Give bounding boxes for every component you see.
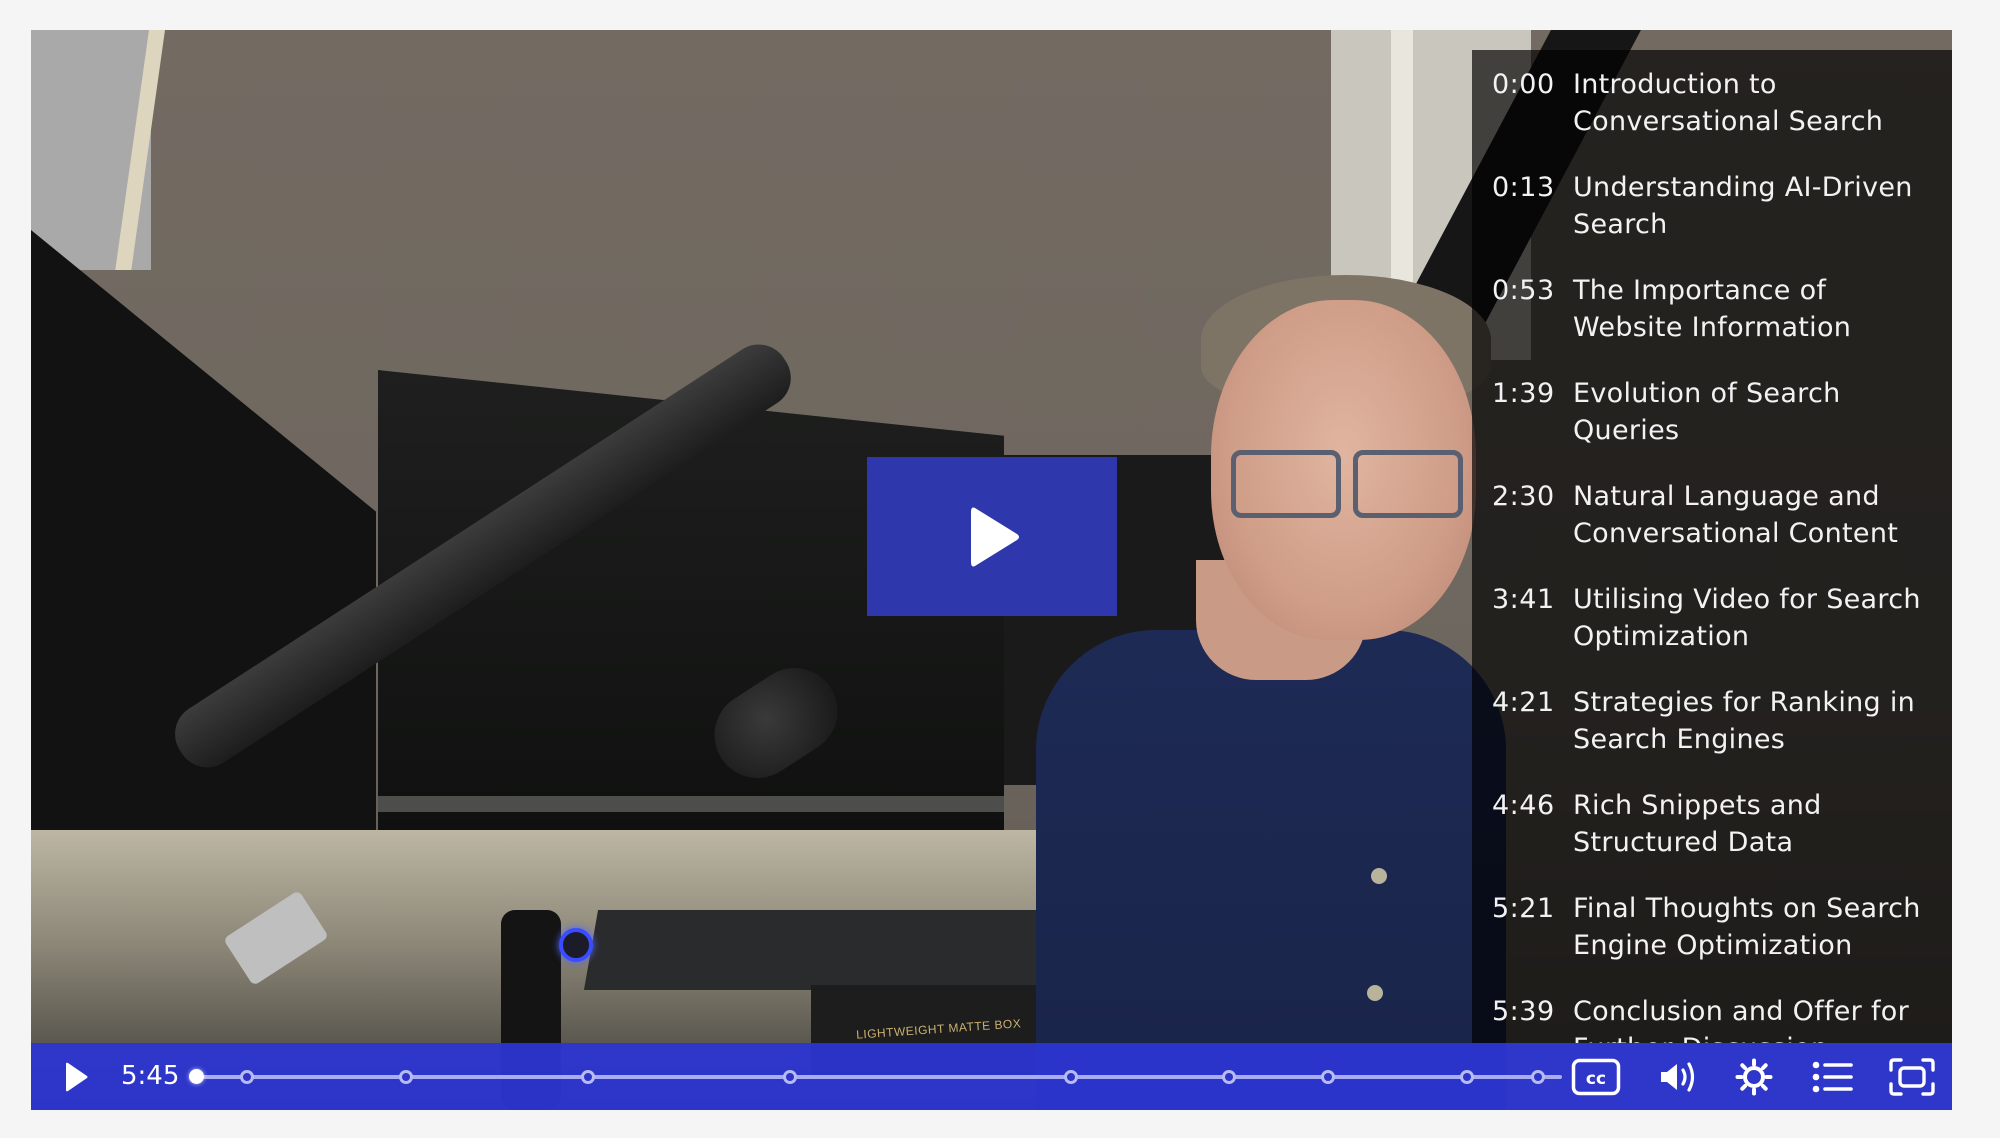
chapter-marker[interactable] xyxy=(782,1070,797,1084)
chapter-time: 4:46 xyxy=(1492,790,1555,821)
closed-captions-icon: cc xyxy=(1571,1058,1621,1095)
chapter-item[interactable]: 4:21 Strategies for Ranking in Search Eng… xyxy=(1472,668,1952,771)
chapter-marker[interactable] xyxy=(1531,1070,1546,1084)
play-icon xyxy=(971,507,1019,566)
chapter-item[interactable]: 0:00 Introduction to Conversational Searc… xyxy=(1472,50,1952,153)
chapter-marker[interactable] xyxy=(580,1070,595,1084)
chapter-item[interactable]: 2:30 Natural Language and Conversational … xyxy=(1472,462,1952,565)
chapter-title: Utilising Video for Search Optimization xyxy=(1573,584,1921,652)
chapter-title: Conclusion and Offer for Further Discuss… xyxy=(1573,996,1909,1043)
fullscreen-icon xyxy=(1889,1057,1935,1096)
chapter-time: 0:13 xyxy=(1492,172,1555,203)
video-player[interactable]: LIGHTWEIGHT MATTE BOX 0:00 Introduction t… xyxy=(31,30,1952,1110)
time-display: 5:45 xyxy=(121,1061,180,1091)
chapter-time: 2:30 xyxy=(1492,481,1555,512)
scene-keyboard xyxy=(583,910,1069,990)
play-icon xyxy=(66,1062,88,1091)
big-play-button[interactable] xyxy=(867,457,1117,616)
chapter-item[interactable]: 5:21 Final Thoughts on Search Engine Opti… xyxy=(1472,874,1952,977)
volume-button[interactable] xyxy=(1649,1043,1709,1110)
chapter-title: Final Thoughts on Search Engine Optimiza… xyxy=(1573,893,1921,961)
chapter-time: 5:39 xyxy=(1492,996,1555,1027)
captions-button[interactable]: cc xyxy=(1566,1043,1626,1110)
play-button[interactable] xyxy=(51,1043,101,1110)
chapter-item[interactable]: 5:39 Conclusion and Offer for Further Dis… xyxy=(1472,977,1952,1043)
chapter-time: 4:21 xyxy=(1492,687,1555,718)
progress-bar[interactable] xyxy=(189,1063,1562,1091)
chapter-title: Introduction to Conversational Search xyxy=(1573,69,1884,137)
scene-person-shirt xyxy=(1036,630,1506,1110)
scene-monitor-bezel xyxy=(378,796,1004,812)
chapter-time: 5:21 xyxy=(1492,893,1555,924)
chapters-panel[interactable]: 0:00 Introduction to Conversational Searc… xyxy=(1472,50,1952,1043)
chapter-item[interactable]: 0:13 Understanding AI-Driven Search xyxy=(1472,153,1952,256)
chapter-item[interactable]: 0:53 The Importance of Website Informatio… xyxy=(1472,256,1952,359)
chapter-title: The Importance of Website Information xyxy=(1573,275,1852,343)
chapter-title: Natural Language and Conversational Cont… xyxy=(1573,481,1899,549)
progress-handle[interactable] xyxy=(189,1069,204,1084)
chapters-button[interactable] xyxy=(1803,1043,1863,1110)
scene-glasses-right xyxy=(1353,450,1463,518)
chapter-marker[interactable] xyxy=(1222,1070,1237,1084)
chapter-marker[interactable] xyxy=(1459,1070,1474,1084)
chapter-title: Rich Snippets and Structured Data xyxy=(1573,790,1822,858)
chapter-item[interactable]: 4:46 Rich Snippets and Structured Data xyxy=(1472,771,1952,874)
chapter-item[interactable]: 3:41 Utilising Video for Search Optimizat… xyxy=(1472,565,1952,668)
chapter-marker[interactable] xyxy=(240,1070,255,1084)
scene-blue-light xyxy=(559,928,593,962)
chapter-time: 1:39 xyxy=(1492,378,1555,409)
scene-shirt-button xyxy=(1371,868,1387,884)
chapter-time: 0:00 xyxy=(1492,69,1555,100)
chapter-title: Evolution of Search Queries xyxy=(1573,378,1841,446)
chapter-marker[interactable] xyxy=(398,1070,413,1084)
chapter-item[interactable]: 1:39 Evolution of Search Queries xyxy=(1472,359,1952,462)
chapter-time: 0:53 xyxy=(1492,275,1555,306)
chapter-title: Strategies for Ranking in Search Engines xyxy=(1573,687,1916,755)
settings-button[interactable] xyxy=(1724,1043,1784,1110)
volume-icon xyxy=(1661,1061,1695,1092)
chapter-marker[interactable] xyxy=(1064,1070,1079,1084)
gear-icon xyxy=(1735,1058,1773,1095)
chapter-title: Understanding AI-Driven Search xyxy=(1573,172,1913,240)
scene-glasses-left xyxy=(1231,450,1341,518)
chapter-time: 3:41 xyxy=(1492,584,1555,615)
chapter-marker[interactable] xyxy=(1321,1070,1336,1084)
scene-shirt-button xyxy=(1367,985,1383,1001)
svg-text:cc: cc xyxy=(1586,1069,1606,1089)
fullscreen-button[interactable] xyxy=(1882,1043,1942,1110)
list-icon xyxy=(1812,1061,1853,1092)
control-bar: 5:45 cc xyxy=(31,1043,1952,1110)
